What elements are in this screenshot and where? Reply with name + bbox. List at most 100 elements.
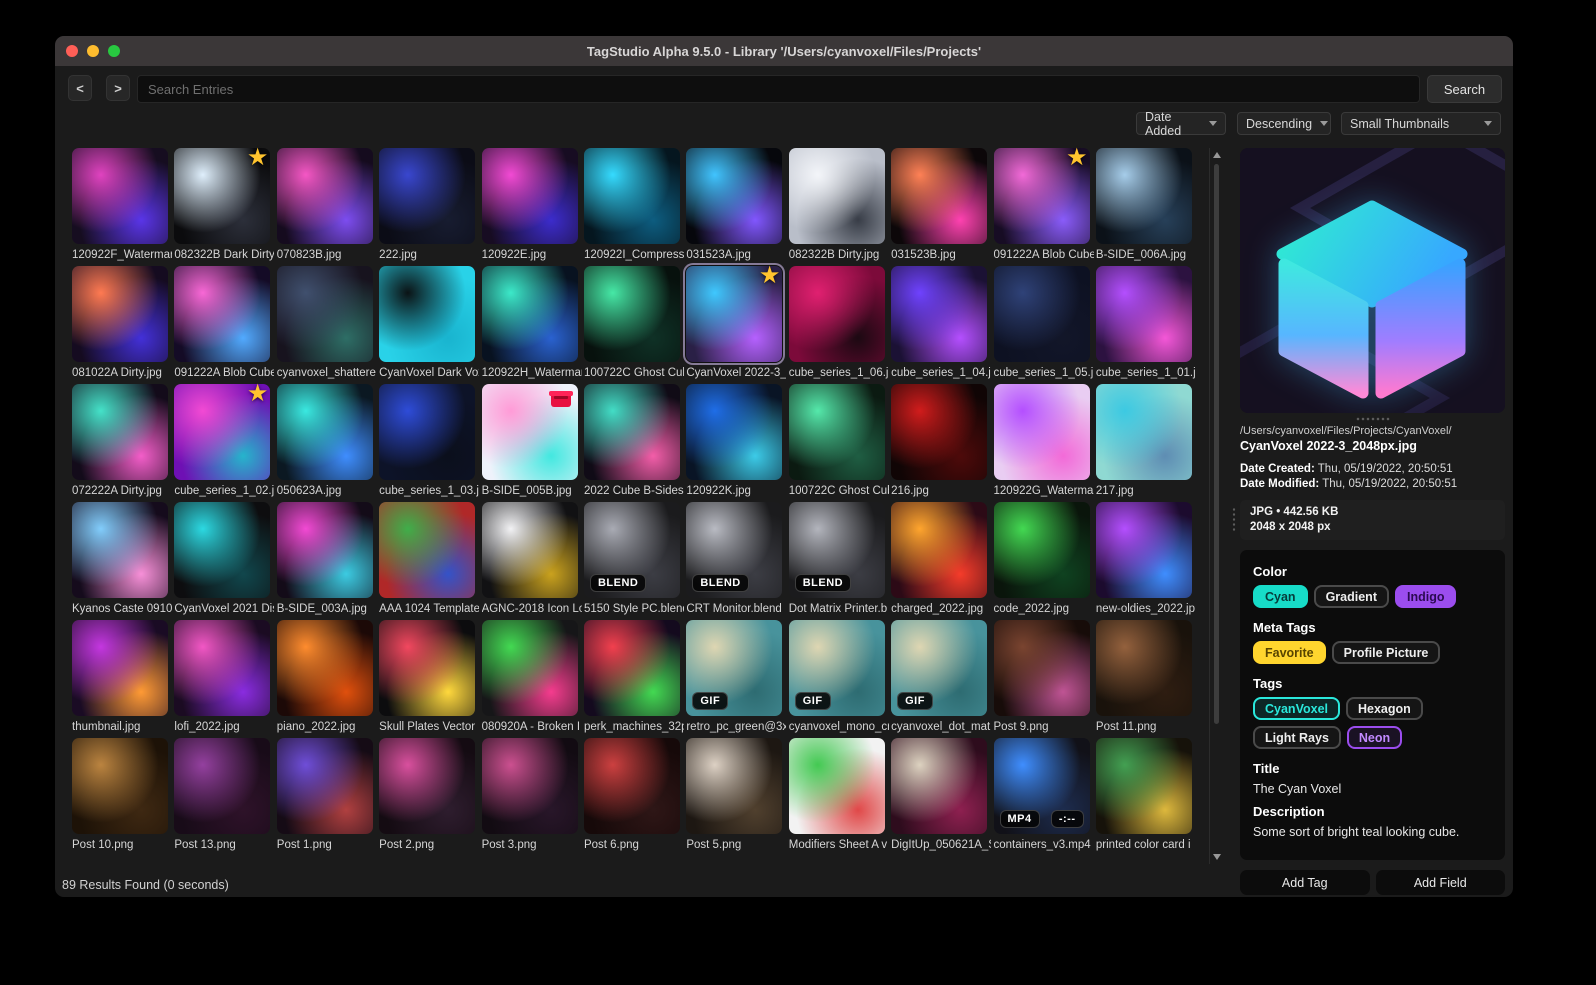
thumbnail-image[interactable] xyxy=(174,502,271,598)
thumbnail-image[interactable]: BLEND xyxy=(788,502,885,598)
thumbnail-image[interactable] xyxy=(891,502,988,598)
thumbnail-image[interactable] xyxy=(583,620,680,716)
grid-item[interactable]: MP4 -:-- containers_v3.mp4 xyxy=(993,738,1091,856)
tag-pill[interactable]: Gradient xyxy=(1313,585,1389,608)
grid-item[interactable]: perk_machines_32p xyxy=(583,620,684,738)
grid-item[interactable]: Post 10.png xyxy=(72,738,168,856)
grid-item[interactable]: Post 6.png xyxy=(583,738,680,856)
tag-pill[interactable]: Neon xyxy=(1346,726,1403,749)
grid-item[interactable]: BLEND 5150 Style PC.blend xyxy=(583,502,684,620)
grid-item[interactable]: 216.jpg xyxy=(891,384,988,502)
thumbnail-image[interactable] xyxy=(788,738,885,834)
grid-item[interactable]: 082322B Dirty.jpg xyxy=(788,148,885,266)
thumbnail-image[interactable] xyxy=(686,738,783,834)
add-tag-button[interactable]: Add Tag xyxy=(1240,870,1370,895)
thumbnail-image[interactable] xyxy=(72,620,168,716)
grid-item[interactable]: cube_series_1_03.j xyxy=(379,384,479,502)
thumbnail-image[interactable]: ★ xyxy=(174,380,271,480)
grid-item[interactable]: 222.jpg xyxy=(379,148,476,266)
thumbnail-size-dropdown[interactable]: Small Thumbnails xyxy=(1341,112,1501,135)
thumbnail-image[interactable] xyxy=(583,738,680,834)
thumbnail-image[interactable]: GIF xyxy=(891,620,988,716)
grid-item[interactable]: AGNC-2018 Icon Lo xyxy=(481,502,582,620)
thumbnail-image[interactable]: ★ xyxy=(174,144,271,244)
grid-item[interactable]: ★ 082322B Dark Dirty xyxy=(174,144,274,266)
thumbnail-image[interactable] xyxy=(891,266,988,362)
grid-item[interactable]: BLEND Dot Matrix Printer.b xyxy=(788,502,887,620)
tag-pill[interactable]: Indigo xyxy=(1394,585,1457,608)
grid-item[interactable]: 120922I_Compresso xyxy=(583,148,684,266)
grid-item[interactable]: 120922E.jpg xyxy=(481,148,578,266)
thumbnail-image[interactable] xyxy=(72,266,168,362)
grid-item[interactable]: code_2022.jpg xyxy=(993,502,1090,620)
thumbnail-image[interactable] xyxy=(993,384,1090,480)
grid-item[interactable]: cube_series_1_05.j xyxy=(993,266,1093,384)
grid-item[interactable]: Post 3.png xyxy=(481,738,578,856)
thumbnail-image[interactable] xyxy=(276,620,373,716)
grid-item[interactable]: Post 11.png xyxy=(1095,620,1192,738)
grid-item[interactable]: 100722C Ghost Cub xyxy=(583,266,684,384)
thumbnail-image[interactable] xyxy=(379,620,476,716)
thumbnail-image[interactable]: GIF xyxy=(788,620,885,716)
grid-item[interactable]: CyanVoxel 2021 Dis xyxy=(174,502,274,620)
grid-item[interactable]: 100722C Ghost Cub xyxy=(788,384,889,502)
thumbnail-image[interactable] xyxy=(1095,502,1192,598)
grid-item[interactable]: 072222A Dirty.jpg xyxy=(72,384,168,502)
thumbnail-image[interactable] xyxy=(72,384,168,480)
nav-back-button[interactable]: < xyxy=(68,75,92,101)
file-info-drag-handle[interactable] xyxy=(1232,507,1236,533)
thumbnail-image[interactable] xyxy=(993,620,1090,716)
grid-item[interactable]: cube_series_1_06.j xyxy=(788,266,888,384)
grid-item[interactable]: 031523A.jpg xyxy=(686,148,783,266)
thumbnail-image[interactable] xyxy=(788,266,885,362)
thumbnail-image[interactable] xyxy=(379,266,476,362)
grid-item[interactable]: 070823B.jpg xyxy=(276,148,373,266)
grid-item[interactable]: AAA 1024 Template xyxy=(379,502,479,620)
thumbnail-image[interactable] xyxy=(583,148,680,244)
thumbnail-image[interactable]: GIF xyxy=(686,620,783,716)
thumbnail-image[interactable] xyxy=(379,384,476,480)
grid-item[interactable]: Skull Plates Vector xyxy=(379,620,476,738)
grid-item[interactable]: Post 5.png xyxy=(686,738,783,856)
thumbnail-image[interactable] xyxy=(583,384,680,480)
maximize-window-button[interactable] xyxy=(108,45,120,57)
sort-field-dropdown[interactable]: Date Added xyxy=(1136,110,1226,138)
thumbnail-image[interactable]: BLEND xyxy=(686,502,783,598)
grid-item[interactable]: 091222A Blob Cube xyxy=(174,266,274,384)
grid-item[interactable]: B-SIDE_003A.jpg xyxy=(276,502,373,620)
tag-pill[interactable]: Cyan xyxy=(1253,585,1308,608)
grid-item-selected[interactable]: ★ CyanVoxel 2022-3_ xyxy=(686,262,786,384)
thumbnail-image[interactable] xyxy=(993,266,1090,362)
thumbnail-image[interactable] xyxy=(276,738,373,834)
thumbnail-image[interactable] xyxy=(481,148,578,244)
thumbnail-image[interactable]: MP4 -:-- xyxy=(993,738,1090,834)
thumbnail-image[interactable] xyxy=(891,384,988,480)
thumbnail-image[interactable]: BLEND xyxy=(583,502,680,598)
thumbnail-image[interactable] xyxy=(788,148,885,244)
thumbnail-image[interactable] xyxy=(1095,620,1192,716)
thumbnail-image[interactable] xyxy=(1095,148,1192,244)
thumbnail-image[interactable] xyxy=(481,620,578,716)
grid-item[interactable]: 081022A Dirty.jpg xyxy=(72,266,168,384)
grid-item[interactable]: 080920A - Broken I xyxy=(481,620,580,738)
thumbnail-image[interactable] xyxy=(174,620,271,716)
grid-item[interactable]: GIF cyanvoxel_dot_mat xyxy=(891,620,990,738)
grid-item[interactable]: Post 13.png xyxy=(174,738,271,856)
thumbnail-image[interactable] xyxy=(72,738,168,834)
grid-item[interactable]: lofi_2022.jpg xyxy=(174,620,271,738)
thumbnail-image[interactable] xyxy=(686,384,783,480)
description-field-value[interactable]: Some sort of bright teal looking cube. xyxy=(1253,825,1492,839)
grid-item[interactable]: GIF retro_pc_green@3x xyxy=(686,620,786,738)
thumbnail-image[interactable] xyxy=(1095,266,1192,362)
grid-item[interactable]: printed color card i xyxy=(1095,738,1192,856)
close-window-button[interactable] xyxy=(66,45,78,57)
grid-item[interactable]: charged_2022.jpg xyxy=(891,502,988,620)
search-input[interactable] xyxy=(137,75,1420,103)
grid-item[interactable]: Post 2.png xyxy=(379,738,476,856)
grid-item[interactable]: cyanvoxel_shattere xyxy=(276,266,376,384)
thumbnail-image[interactable]: ★ xyxy=(686,262,783,362)
thumbnail-image[interactable] xyxy=(379,502,476,598)
thumbnail-image[interactable]: ★ xyxy=(993,144,1090,244)
minimize-window-button[interactable] xyxy=(87,45,99,57)
grid-item[interactable]: Kyanos Caste 0910: xyxy=(72,502,172,620)
